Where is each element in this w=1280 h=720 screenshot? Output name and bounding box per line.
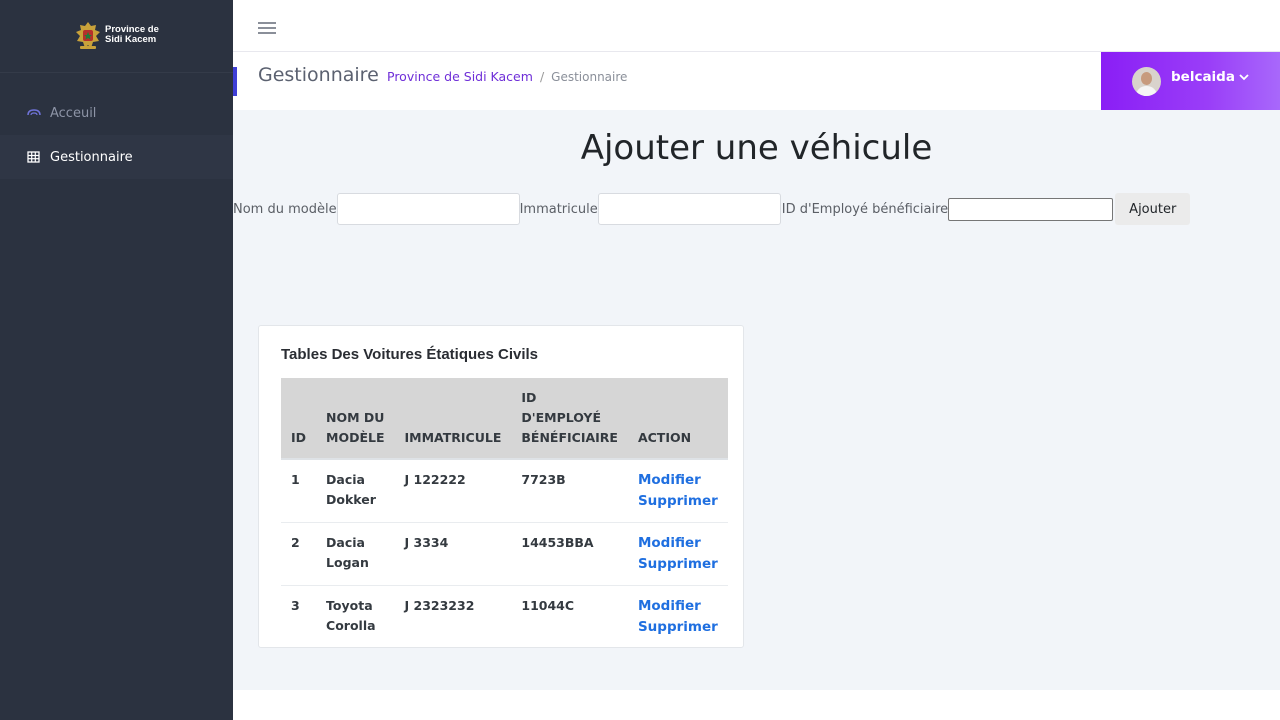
- add-vehicle-form: Nom du modèle Immatricule ID d'Employé b…: [233, 193, 1191, 225]
- avatar: [1132, 67, 1161, 96]
- user-name: belcaida: [1171, 69, 1235, 85]
- breadcrumb-current: Gestionnaire: [551, 69, 628, 84]
- sidebar: Province de Sidi Kacem Acceuil Gestionna…: [0, 0, 233, 720]
- cell-employee: 14453BBA: [511, 522, 628, 586]
- column-header-model: NOM DU MODÈLE: [316, 378, 395, 460]
- employee-id-label: ID d'Employé bénéficiaire: [781, 201, 949, 217]
- cell-actions: Modifier Supprimer: [627, 522, 728, 586]
- brand-line2: Sidi Kacem: [105, 34, 157, 45]
- cell-model: Toyota Corolla: [326, 598, 376, 633]
- table-icon: [27, 151, 40, 163]
- breadcrumb: Province de Sidi Kacem / Gestionnaire: [387, 69, 627, 84]
- page-header: Gestionnaire Province de Sidi Kacem / Ge…: [233, 52, 1280, 110]
- table-header-row: ID NOM DU MODÈLE IMMATRICULE ID D'EMPLOY…: [281, 378, 728, 460]
- menu-toggle-icon[interactable]: [258, 22, 276, 36]
- delete-link[interactable]: Supprimer: [638, 491, 718, 512]
- page-title: Gestionnaire: [258, 64, 379, 86]
- column-header-id: ID: [281, 378, 317, 460]
- cell-model: Dacia Logan: [316, 522, 395, 586]
- sidebar-item-acceuil[interactable]: Acceuil: [0, 91, 233, 135]
- column-header-employee: ID D'EMPLOYÉ BÉNÉFICIAIRE: [511, 378, 628, 460]
- cloud-icon: [27, 109, 41, 116]
- breadcrumb-separator: /: [539, 69, 545, 84]
- brand[interactable]: Province de Sidi Kacem: [0, 0, 233, 73]
- table-row: 2 Dacia Logan J 3334 14453BBA Modifier S…: [281, 522, 728, 586]
- cell-plate: J 2323232: [404, 598, 475, 613]
- table-row: 1 Dacia Dokker J 122222 7723B Modifier S…: [281, 459, 728, 523]
- footer: [233, 690, 1280, 720]
- cell-id: 2: [281, 522, 317, 586]
- sidebar-item-gestionnaire[interactable]: Gestionnaire: [0, 135, 233, 179]
- plate-label: Immatricule: [519, 201, 598, 217]
- edit-link[interactable]: Modifier: [638, 470, 718, 491]
- cell-employee: 11044C: [521, 598, 575, 613]
- coat-of-arms-logo: [76, 22, 100, 49]
- topbar: [233, 0, 1280, 52]
- page-heading: Ajouter une véhicule: [580, 128, 933, 168]
- column-header-action: ACTION: [627, 378, 728, 460]
- cell-actions: Modifier Supprimer: [627, 459, 728, 523]
- add-button[interactable]: Ajouter: [1115, 193, 1191, 225]
- model-name-input[interactable]: [336, 193, 520, 225]
- breadcrumb-link-home[interactable]: Province de Sidi Kacem: [387, 69, 533, 84]
- cell-plate: J 122222: [394, 459, 512, 523]
- brand-name: Province de Sidi Kacem: [105, 25, 185, 45]
- edit-link[interactable]: Modifier: [638, 533, 718, 554]
- plate-number-input[interactable]: [597, 193, 781, 225]
- employee-id-input[interactable]: [948, 197, 1114, 221]
- cell-model: Dacia Dokker: [316, 459, 395, 523]
- edit-link[interactable]: Modifier: [638, 596, 718, 617]
- main-content: Ajouter une véhicule Nom du modèle Immat…: [233, 110, 1280, 690]
- vehicles-table: ID NOM DU MODÈLE IMMATRICULE ID D'EMPLOY…: [281, 378, 728, 648]
- model-label: Nom du modèle: [233, 201, 337, 217]
- column-header-plate: IMMATRICULE: [394, 378, 512, 460]
- delete-link[interactable]: Supprimer: [638, 617, 718, 638]
- user-menu-button[interactable]: belcaida: [1101, 52, 1280, 110]
- vehicles-table-card: Tables Des Voitures Étatiques Civils ID …: [258, 325, 744, 648]
- sidebar-item-label: Gestionnaire: [50, 149, 133, 165]
- cell-id: 1: [281, 459, 317, 523]
- sidebar-item-label: Acceuil: [50, 105, 97, 121]
- table-title: Tables Des Voitures Étatiques Civils: [281, 346, 539, 363]
- cell-plate: J 3334: [394, 522, 512, 586]
- header-accent-bar: [233, 67, 237, 96]
- chevron-down-icon: [1239, 74, 1249, 81]
- table-row: 3 Toyota Corolla J 2323232 11044C Modifi…: [281, 586, 728, 649]
- cell-actions: Modifier Supprimer: [628, 586, 728, 649]
- cell-employee: 7723B: [511, 459, 628, 523]
- cell-id: 3: [291, 598, 300, 613]
- delete-link[interactable]: Supprimer: [638, 554, 718, 575]
